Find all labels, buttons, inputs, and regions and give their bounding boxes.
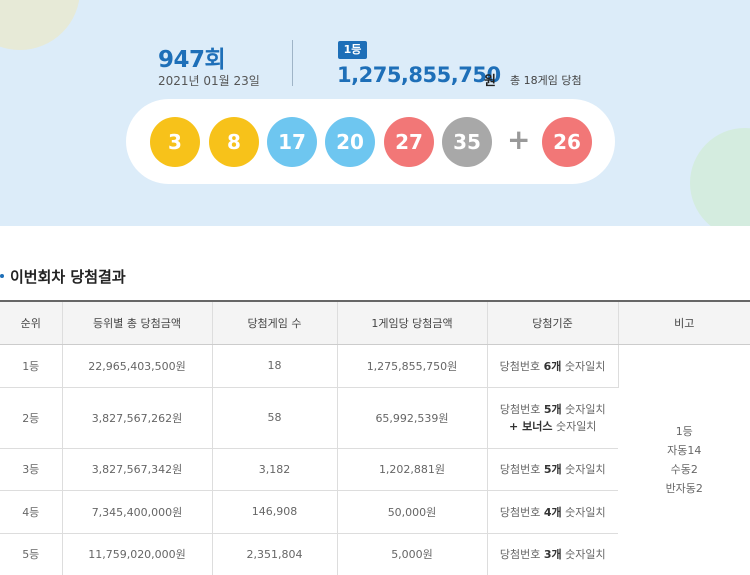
plus-icon: + <box>507 123 531 156</box>
winning-games-cell: 18 <box>212 344 338 388</box>
bullet-icon <box>0 274 4 278</box>
column-header: 순위 <box>0 300 63 345</box>
decorative-circle <box>0 0 80 50</box>
winning-games-cell: 146,908 <box>212 490 338 534</box>
divider <box>292 40 293 86</box>
rank-cell: 4등 <box>0 490 63 534</box>
winning-number-ball: 3 <box>150 117 200 167</box>
winning-number-ball: 8 <box>209 117 259 167</box>
prize-per-game-cell: 1,275,855,750원 <box>337 344 488 388</box>
criteria-cell: 당첨번호 5개 숫자일치 + 보너스 숫자일치 <box>487 387 618 449</box>
total-prize-cell: 7,345,400,000원 <box>62 490 213 534</box>
winning-games-cell: 58 <box>212 387 338 449</box>
table-header-row: 순위 등위별 총 당첨금액 당첨게임 수 1게임당 당첨금액 당첨기준 비고 <box>0 300 750 345</box>
prize-per-game-cell: 5,000원 <box>337 533 488 575</box>
prize-results-table: 순위 등위별 총 당첨금액 당첨게임 수 1게임당 당첨금액 당첨기준 비고 1… <box>0 300 750 575</box>
total-prize-cell: 11,759,020,000원 <box>62 533 213 575</box>
bonus-number-ball: 26 <box>542 117 592 167</box>
column-header: 비고 <box>618 300 750 345</box>
rank-cell: 2등 <box>0 387 63 449</box>
prize-per-game-cell: 50,000원 <box>337 490 488 534</box>
prize-per-game-cell: 65,992,539원 <box>337 387 488 449</box>
column-header: 1게임당 당첨금액 <box>337 300 488 345</box>
winning-number-ball: 35 <box>442 117 492 167</box>
decorative-circle <box>690 128 750 226</box>
rank-cell: 5등 <box>0 533 63 575</box>
column-header: 등위별 총 당첨금액 <box>62 300 213 345</box>
criteria-cell: 당첨번호 5개 숫자일치 <box>487 448 618 491</box>
criteria-cell: 당첨번호 4개 숫자일치 <box>487 490 618 534</box>
first-prize-winners: 총 18게임 당첨 <box>510 74 582 87</box>
table-row: 1등 22,965,403,500원 18 1,275,855,750원 당첨번… <box>0 344 750 575</box>
note-cell: 1등 자동14 수동2 반자동2 <box>618 344 750 575</box>
first-prize-badge: 1등 <box>338 41 367 59</box>
section-title: 이번회차 당첨결과 <box>10 268 126 286</box>
rank-cell: 1등 <box>0 344 63 388</box>
rank-cell: 3등 <box>0 448 63 491</box>
total-prize-cell: 3,827,567,342원 <box>62 448 213 491</box>
total-prize-cell: 22,965,403,500원 <box>62 344 213 388</box>
winning-number-ball: 27 <box>384 117 434 167</box>
draw-date: 2021년 01월 23일 <box>158 74 260 88</box>
first-prize-unit: 원 <box>484 74 496 89</box>
prize-per-game-cell: 1,202,881원 <box>337 448 488 491</box>
winning-games-cell: 2,351,804 <box>212 533 338 575</box>
winning-games-cell: 3,182 <box>212 448 338 491</box>
criteria-cell: 당첨번호 6개 숫자일치 <box>487 344 619 388</box>
total-prize-cell: 3,827,567,262원 <box>62 387 213 449</box>
winning-number-ball: 20 <box>325 117 375 167</box>
criteria-cell: 당첨번호 3개 숫자일치 <box>487 533 618 575</box>
column-header: 당첨게임 수 <box>212 300 338 345</box>
round-number: 947회 <box>158 47 226 73</box>
winning-number-ball: 17 <box>267 117 317 167</box>
column-header: 당첨기준 <box>487 300 619 345</box>
first-prize-amount: 1,275,855,750 <box>337 63 501 87</box>
